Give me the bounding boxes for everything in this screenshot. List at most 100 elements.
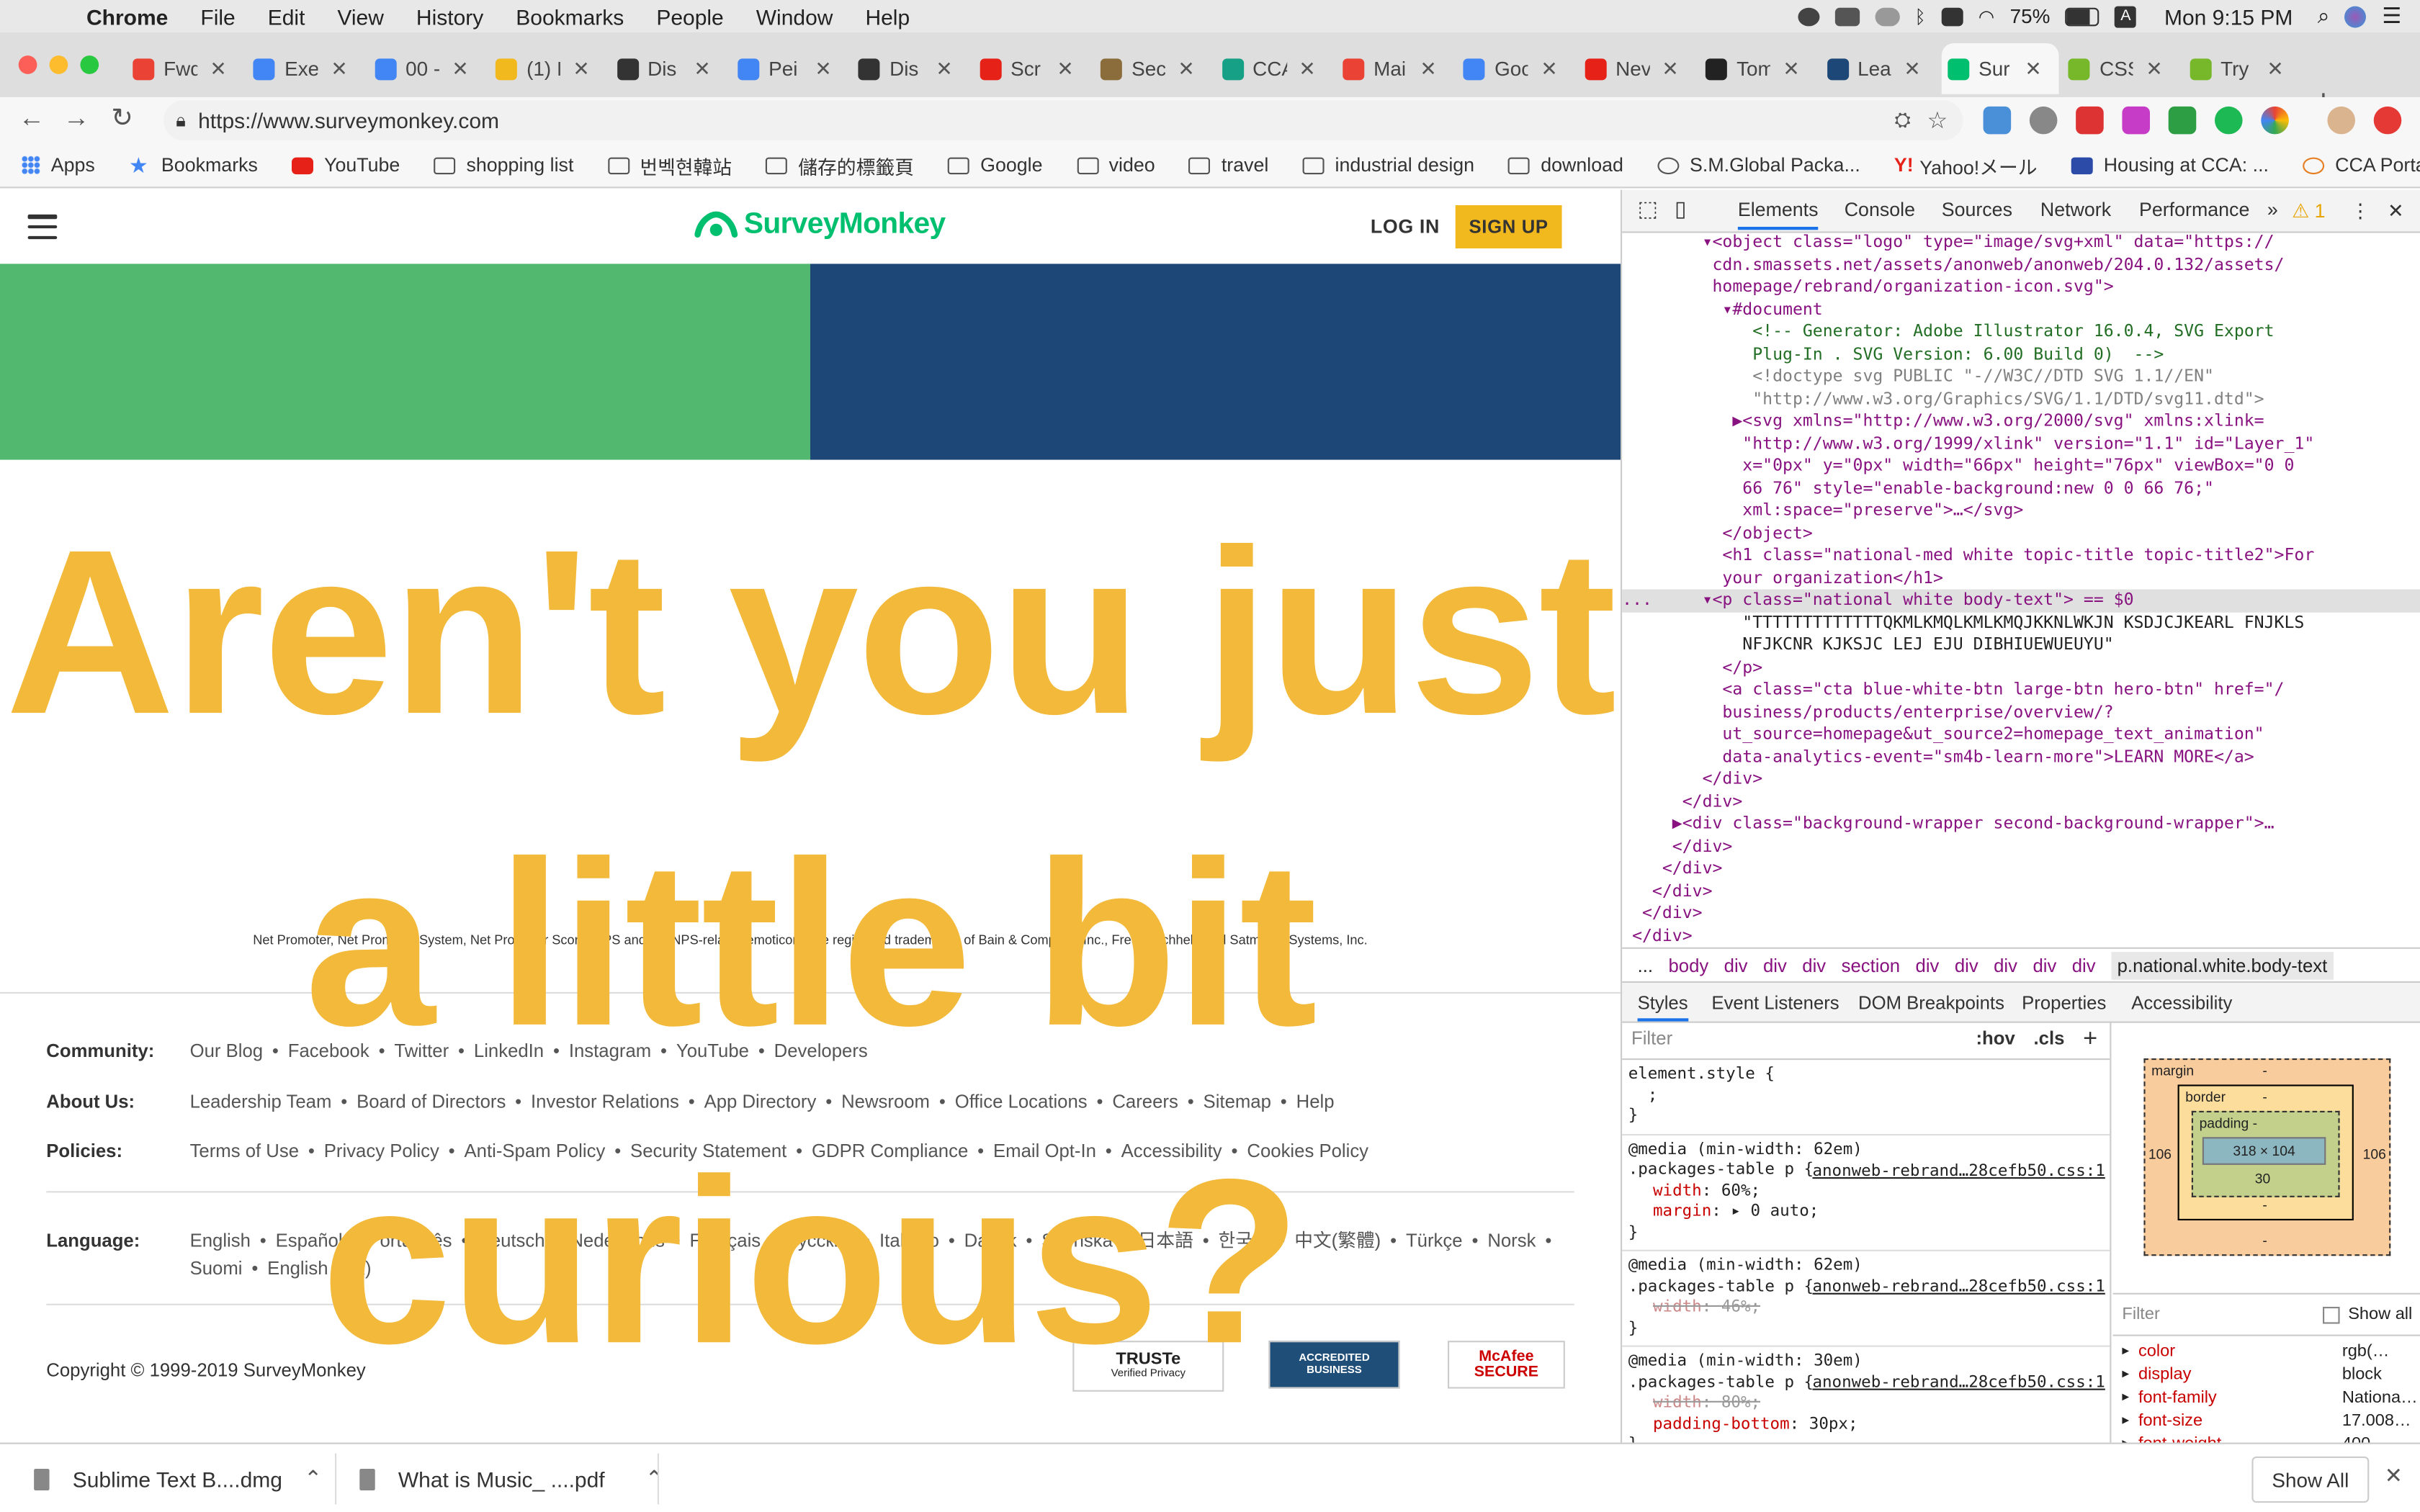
computed-property[interactable]: ▸ font-size 17.008… <box>2113 1412 2420 1435</box>
language-link[interactable]: 日本語 <box>1138 1227 1193 1255</box>
breadcrumb-item[interactable]: div <box>1802 955 1826 976</box>
footer-link[interactable]: App Directory <box>704 1091 817 1112</box>
show-all-checkbox[interactable]: Show all <box>2323 1305 2412 1324</box>
css-declaration[interactable]: ; <box>1628 1086 2110 1107</box>
browser-tab[interactable]: Try ✕ <box>2184 43 2301 94</box>
footer-link[interactable]: Twitter <box>394 1040 449 1061</box>
bookmark-folder[interactable]: video <box>1076 154 1155 176</box>
extension-grammarly-icon[interactable] <box>2215 106 2243 135</box>
dom-node-line[interactable]: business/products/enterprise/overview/? <box>1622 701 2420 724</box>
footer-link[interactable]: Developers <box>774 1040 868 1061</box>
dom-node-line[interactable]: ▶<div class="background-wrapper second-b… <box>1622 813 2420 835</box>
css-source-link[interactable]: anonweb-rebrand…28cefb50.css:1 <box>1812 1277 2105 1298</box>
breadcrumb-item[interactable]: section <box>1842 955 1900 976</box>
footer-link[interactable]: Security Statement <box>630 1140 786 1162</box>
bookmark-folder[interactable]: 번벡현韓站 <box>607 150 732 180</box>
secure-lock-icon[interactable]: 🔒︎ <box>176 109 186 132</box>
close-window-button[interactable] <box>18 55 37 74</box>
dom-node-line[interactable]: x="0px" y="0px" width="66px" height="76p… <box>1622 455 2420 477</box>
subtab-properties[interactable]: Properties <box>2022 992 2106 1014</box>
dom-node-line[interactable]: xml:space="preserve">…</svg> <box>1622 500 2420 522</box>
chevron-up-icon[interactable]: ⌃ <box>645 1466 663 1492</box>
extension-pink-icon[interactable] <box>2122 106 2150 135</box>
menu-bookmarks[interactable]: Bookmarks <box>516 4 624 28</box>
lock-icon[interactable] <box>1874 6 1900 26</box>
battery-device-icon[interactable] <box>1941 6 1963 26</box>
dom-node-line[interactable]: "TTTTTTTTTTTTTQKMLKMQLKMLKMQJKKNLWKJN KS… <box>1622 612 2420 634</box>
breadcrumb-item[interactable]: div <box>1916 955 1940 976</box>
dom-node-line[interactable]: "http://www.w3.org/Graphics/SVG/1.1/DTD/… <box>1622 388 2420 410</box>
footer-link[interactable]: Cookies Policy <box>1247 1140 1368 1162</box>
browser-tab[interactable]: CCA ✕ <box>1216 43 1333 94</box>
translate-icon[interactable]: ⛭ <box>1895 108 1911 132</box>
css-declaration[interactable]: width: 46%; <box>1628 1297 2110 1318</box>
language-link[interactable]: Svenska <box>1041 1227 1113 1255</box>
browser-tab[interactable]: 00 - ✕ <box>369 43 486 94</box>
extension-off-icon[interactable] <box>1983 106 2012 135</box>
bbb-accredited-badge[interactable]: ACCREDITED BUSINESS <box>1268 1341 1400 1389</box>
download-item[interactable]: Sublime Text B....dmg ⌃ <box>34 1466 322 1492</box>
breadcrumb-item[interactable]: div <box>1955 955 1978 976</box>
subtab-styles[interactable]: Styles <box>1637 992 1688 1022</box>
address-bar[interactable]: 🔒︎ https://www.surveymonkey.com ⛭ ☆ <box>163 100 1963 140</box>
bookmark-youtube[interactable]: YouTube <box>292 154 400 176</box>
css-declaration[interactable]: width: 60%; <box>1628 1181 2110 1202</box>
footer-link[interactable]: Our Blog <box>190 1040 263 1061</box>
browser-tab[interactable]: Lea ✕ <box>1821 43 1938 94</box>
css-declaration[interactable]: width: 80%; <box>1628 1393 2110 1414</box>
dom-node-line[interactable]: </p> <box>1622 657 2420 679</box>
breadcrumb-item[interactable]: div <box>2072 955 2096 976</box>
extension-red-icon[interactable] <box>2076 106 2104 135</box>
hover-state-toggle[interactable]: :hov <box>1976 1029 2015 1050</box>
css-declaration[interactable]: margin: ▸ 0 auto; <box>1628 1202 2110 1223</box>
tab-close-icon[interactable]: ✕ <box>331 56 347 81</box>
clock[interactable]: Mon 9:15 PM <box>2164 4 2293 28</box>
footer-link[interactable]: Newsroom <box>841 1091 930 1112</box>
footer-link[interactable]: GDPR Compliance <box>812 1140 968 1162</box>
bookmark-yahoo[interactable]: Y! Yahoo!メール <box>1894 150 2038 180</box>
menu-help[interactable]: Help <box>865 4 910 28</box>
css-source-link[interactable]: anonweb-rebrand…28cefb50.css:1 <box>1812 1373 2105 1394</box>
menu-history[interactable]: History <box>416 4 483 28</box>
dom-node-line[interactable]: ▾<object class="logo" type="image/svg+xm… <box>1622 231 2420 253</box>
browser-tab[interactable]: CSS ✕ <box>2063 43 2180 94</box>
tab-close-icon[interactable]: ✕ <box>2267 56 2283 81</box>
truste-badge[interactable]: TRUSTe Verified Privacy <box>1072 1341 1224 1392</box>
expand-arrow-icon[interactable]: ▸ <box>2122 1342 2129 1365</box>
breadcrumb-item[interactable]: p.national.white.body-text <box>2111 952 2334 980</box>
dom-node-line[interactable]: NFJKCNR KJKSJC LEJ EJU DIBHIUEWUEUYU" <box>1622 634 2420 657</box>
expand-arrow-icon[interactable]: ▸ <box>2122 1365 2129 1388</box>
bluetooth-icon[interactable]: ᛒ <box>1914 6 1925 27</box>
tab-close-icon[interactable]: ✕ <box>815 56 831 81</box>
breadcrumb-item[interactable]: div <box>2033 955 2056 976</box>
bookmark-folder[interactable]: industrial design <box>1302 154 1474 176</box>
footer-link[interactable]: Leadership Team <box>190 1091 332 1112</box>
forward-icon[interactable]: → <box>63 104 89 135</box>
language-link[interactable]: Suomi <box>190 1254 243 1282</box>
language-link[interactable]: Português <box>367 1227 452 1255</box>
browser-tab[interactable]: Tom ✕ <box>1700 43 1817 94</box>
tab-close-icon[interactable]: ✕ <box>2025 56 2041 81</box>
subtab-event-listeners[interactable]: Event Listeners <box>1711 992 1839 1014</box>
subtab-accessibility[interactable]: Accessibility <box>2131 992 2232 1014</box>
siri-icon[interactable] <box>2344 5 2367 27</box>
subtab-dom-breakpoints[interactable]: DOM Breakpoints <box>1858 992 2004 1014</box>
dom-node-line[interactable]: </div> <box>1622 791 2420 813</box>
tab-close-icon[interactable]: ✕ <box>1299 56 1315 81</box>
footer-link[interactable]: Facebook <box>288 1040 369 1061</box>
extension-calendar-icon[interactable] <box>2168 106 2197 135</box>
notification-center-icon[interactable]: ☰ <box>2382 3 2401 29</box>
language-link[interactable]: Deutsch <box>477 1227 544 1255</box>
dom-node-line[interactable]: </div> <box>1622 768 2420 791</box>
tab-close-icon[interactable]: ✕ <box>2146 56 2162 81</box>
language-link[interactable]: Nederlands <box>570 1227 665 1255</box>
menu-file[interactable]: File <box>200 4 235 28</box>
tab-console[interactable]: Console <box>1845 199 1915 220</box>
bookmark-folder[interactable]: shopping list <box>434 154 573 176</box>
tab-close-icon[interactable]: ✕ <box>210 56 226 81</box>
new-rule-icon[interactable]: + <box>2083 1027 2097 1051</box>
profile-avatar[interactable] <box>2327 106 2355 135</box>
input-source-icon[interactable]: A <box>2115 5 2137 27</box>
styles-filter-input[interactable]: Filter <box>1631 1029 1672 1050</box>
dom-node-line[interactable]: </div> <box>1622 925 2420 945</box>
